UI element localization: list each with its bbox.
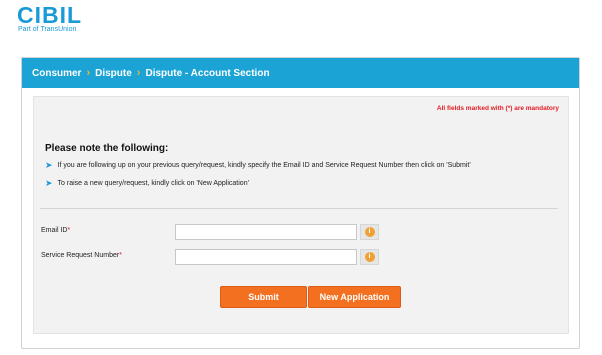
email-info-button[interactable]: i: [360, 224, 379, 240]
breadcrumb-item-dispute[interactable]: Dispute: [95, 68, 132, 79]
chevron-right-icon: ›: [86, 67, 91, 79]
new-application-button[interactable]: New Application: [308, 286, 401, 308]
service-request-number-label: Service Request Number*: [41, 252, 122, 259]
arrow-right-icon: ➤: [45, 178, 53, 188]
email-id-input[interactable]: [175, 224, 357, 240]
breadcrumb: Consumer › Dispute › Dispute - Account S…: [22, 58, 579, 88]
mandatory-note: All fields marked with (*) are mandatory: [436, 105, 559, 112]
logo-tagline: Part of TransUnion: [18, 26, 77, 33]
submit-button[interactable]: Submit: [220, 286, 307, 308]
chevron-right-icon: ›: [136, 67, 141, 79]
email-id-label: Email ID*: [41, 227, 71, 234]
form-container: All fields marked with (*) are mandatory…: [33, 96, 569, 334]
breadcrumb-item-consumer[interactable]: Consumer: [32, 68, 81, 79]
service-request-number-input[interactable]: [175, 249, 357, 265]
breadcrumb-item-account-section: Dispute - Account Section: [145, 67, 270, 79]
note-text: If you are following up on your previous…: [57, 162, 471, 169]
service-request-info-button[interactable]: i: [360, 249, 379, 265]
note-item: ➤ To raise a new query/request, kindly c…: [45, 178, 249, 188]
dispute-panel: Consumer › Dispute › Dispute - Account S…: [21, 57, 580, 349]
note-title: Please note the following:: [45, 143, 169, 154]
info-icon: i: [364, 252, 375, 262]
cibil-logo[interactable]: CIBIL Part of TransUnion: [17, 3, 82, 33]
note-text: To raise a new query/request, kindly cli…: [57, 180, 249, 187]
arrow-right-icon: ➤: [45, 160, 53, 170]
logo-text: CIBIL: [17, 2, 83, 28]
info-icon: i: [364, 227, 375, 237]
note-item: ➤ If you are following up on your previo…: [45, 160, 471, 170]
divider: [40, 208, 558, 209]
